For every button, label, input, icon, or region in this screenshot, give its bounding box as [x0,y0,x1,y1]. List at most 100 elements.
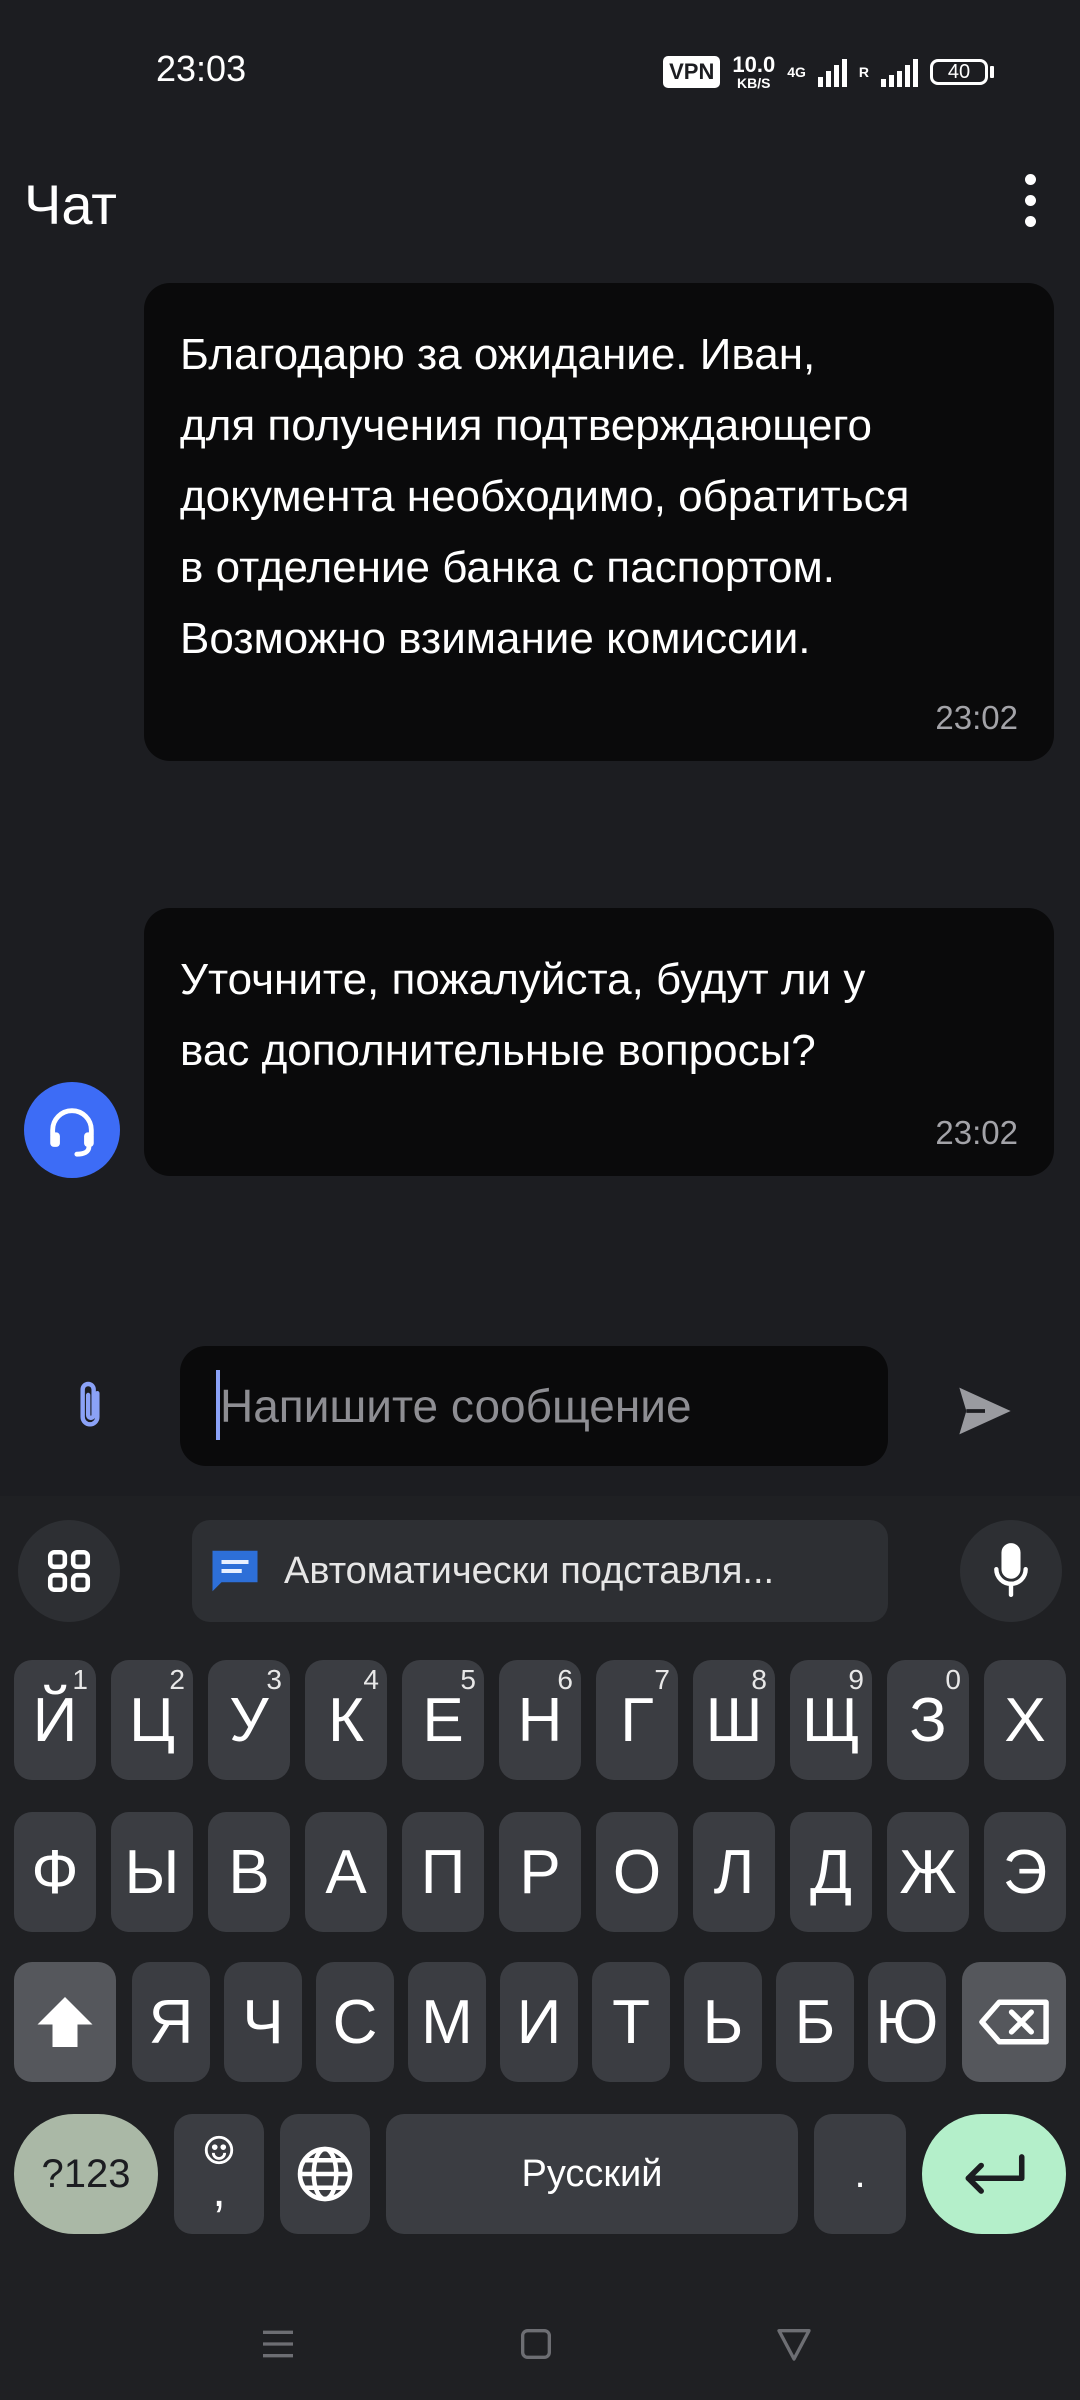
emoji-comma-key[interactable]: , [174,2114,264,2234]
key-label: Я [148,1987,194,2057]
home-icon[interactable] [506,2314,566,2374]
key-hint: 3 [266,1664,282,1695]
suggestion-label: Автоматически подставля... [284,1549,775,1592]
key-label: Ь [702,1987,744,2057]
key[interactable]: Й1 [14,1660,96,1780]
enter-key[interactable] [922,2114,1066,2234]
network-speed-value: 10.0 [732,52,776,77]
key[interactable]: Я [132,1962,210,2082]
emoji-icon [202,2133,236,2167]
key[interactable]: П [402,1812,484,1932]
key[interactable]: З0 [887,1660,969,1780]
key[interactable]: М [408,1962,486,2082]
signal-icon-2 [881,57,918,87]
message-time: 23:02 [935,699,1018,736]
period-label: . [854,2151,866,2196]
key-hint: 1 [72,1664,88,1695]
backspace-key[interactable] [962,1962,1066,2082]
key[interactable]: Ж [887,1812,969,1932]
key-label: Т [612,1987,650,2057]
key[interactable]: Ы [111,1812,193,1932]
symbols-key[interactable]: ?123 [14,2114,158,2234]
key-hint: 2 [169,1664,185,1695]
key[interactable]: К4 [305,1660,387,1780]
message-text: Уточните, пожалуйста, будут ли у вас доп… [180,955,866,1075]
vpn-badge: VPN [663,56,721,88]
network-speed: 10.0 KB/S [732,52,776,91]
key[interactable]: Б [776,1962,854,2082]
microphone-icon[interactable] [960,1520,1062,1622]
key[interactable]: Ч [224,1962,302,2082]
back-icon[interactable] [764,2314,824,2374]
key-label: А [325,1837,367,1907]
keyboard: Автоматически подставля... Й1 Ц2 У3 К4 Е… [0,1496,1080,2400]
headset-icon [24,1082,120,1178]
key-label: Ф [31,1837,79,1907]
status-time: 23:03 [156,48,247,89]
key[interactable]: Д [790,1812,872,1932]
key[interactable]: Р [499,1812,581,1932]
shift-key[interactable] [14,1962,116,2082]
key-label: М [421,1987,473,2057]
more-vertical-icon[interactable] [1000,170,1060,230]
key-hint: 6 [557,1664,573,1695]
key[interactable]: Ф [14,1812,96,1932]
key[interactable]: Е5 [402,1660,484,1780]
key-label: Ч [242,1987,284,2057]
chat-bubble-icon [208,1546,262,1596]
battery-icon: 40 [930,59,994,85]
key[interactable]: Ю [868,1962,946,2082]
language-key[interactable] [280,2114,370,2234]
key[interactable]: Щ9 [790,1660,872,1780]
key[interactable]: Ш8 [693,1660,775,1780]
message-text: Благодарю за ожидание. Иван, для получен… [180,330,910,663]
comma-label: , [212,2164,226,2217]
enter-icon [962,2152,1026,2196]
apps-grid-icon[interactable] [18,1520,120,1622]
space-key-label: Русский [521,2152,663,2195]
key-label: Е [422,1685,464,1755]
key[interactable]: У3 [208,1660,290,1780]
send-icon[interactable] [950,1376,1020,1446]
paperclip-icon[interactable] [60,1376,120,1436]
key-label: Ю [875,1987,939,2057]
key[interactable]: Х [984,1660,1066,1780]
key-label: Х [1004,1685,1046,1755]
key[interactable]: Г7 [596,1660,678,1780]
keyboard-suggestion[interactable]: Автоматически подставля... [192,1520,888,1622]
message-bubble: Уточните, пожалуйста, будут ли у вас доп… [144,908,1054,1176]
message-input[interactable] [220,1346,860,1466]
key-label: О [612,1837,662,1907]
globe-icon [295,2144,355,2204]
key[interactable]: Ь [684,1962,762,2082]
key-hint: 5 [460,1664,476,1695]
key-label: З [909,1685,947,1755]
chat-header: Чат [0,150,1080,260]
key-label: Ж [899,1837,957,1907]
key-label: Й [32,1685,78,1755]
key[interactable]: Ц2 [111,1660,193,1780]
key[interactable]: Т [592,1962,670,2082]
space-key[interactable]: Русский [386,2114,798,2234]
key-label: Р [519,1837,561,1907]
message-time: 23:02 [935,1114,1018,1151]
key-hint: 8 [751,1664,767,1695]
key[interactable]: С [316,1962,394,2082]
network-speed-unit: KB/S [737,75,771,91]
key-label: Д [810,1837,852,1907]
key-label: К [327,1685,365,1755]
key[interactable]: Э [984,1812,1066,1932]
key[interactable]: Л [693,1812,775,1932]
key[interactable]: Н6 [499,1660,581,1780]
key[interactable]: О [596,1812,678,1932]
key-label: Б [794,1987,836,2057]
key[interactable]: И [500,1962,578,2082]
network-type-label: 4G [787,64,806,80]
status-icons: VPN 10.0 KB/S 4G R 40 [663,52,994,92]
key[interactable]: В [208,1812,290,1932]
key[interactable]: А [305,1812,387,1932]
message-input-container[interactable] [180,1346,888,1466]
period-key[interactable]: . [814,2114,906,2234]
key-label: Н [517,1685,563,1755]
menu-icon[interactable] [248,2314,308,2374]
